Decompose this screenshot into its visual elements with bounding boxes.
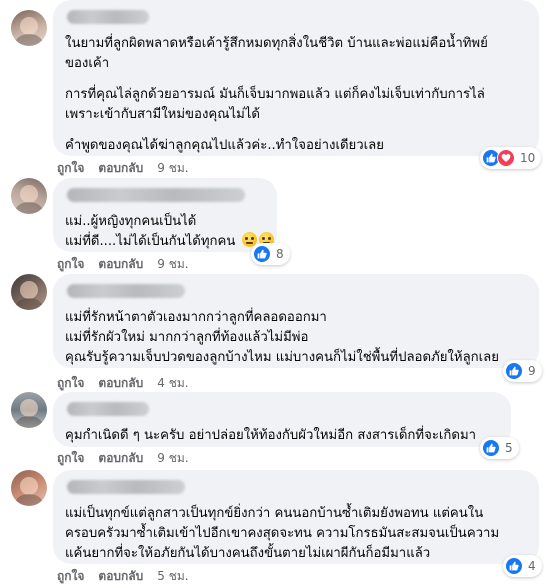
comment-timestamp[interactable]: 9 ชม. [157, 449, 188, 468]
comment-bubble: คุมกำเนิดดี ๆ นะครับ อย่าปล่อยให้ท้องกับ… [53, 392, 511, 447]
reply-button[interactable]: ตอบกลับ [98, 449, 143, 468]
reaction-summary[interactable]: 8 [251, 243, 290, 265]
comment-text-line: แค้นยากที่จะให้อภัยกันได้บางคนถึงขั้นตาย… [65, 546, 431, 561]
comment-timestamp[interactable]: 9 ชม. [157, 255, 188, 274]
comment-bubble: แม่เป็นทุกข์แต่ลูกสาวเป็นทุกข์ยิ่งกว่า ค… [53, 470, 539, 564]
comment-text-line: แม่ที่รักหน้าตาตัวเองมากกว่าลูกที่คลอดออ… [65, 310, 327, 325]
avatar[interactable] [11, 10, 47, 46]
comment-text-line: การที่คุณไล่ลูกด้วยอารมณ์ มันก็เจ็บมากพอ… [65, 87, 485, 102]
comment-text-line: แม่..ผู้หญิงทุกคนเป็นได้ [65, 214, 197, 229]
comment-text-line: แม่เป็นทุกข์แต่ลูกสาวเป็นทุกข์ยิ่งกว่า ค… [65, 506, 484, 521]
avatar[interactable] [11, 392, 47, 428]
comment-actions: ถูกใจ ตอบกลับ 5 ชม. [57, 567, 189, 586]
reaction-summary[interactable]: 4 [503, 555, 542, 577]
comment-text-line: คุณรับรู้ความเจ็บปวดของลูกบ้างไหม แม่บาง… [65, 350, 499, 365]
reaction-count: 9 [528, 364, 536, 378]
like-icon [253, 245, 271, 263]
comment-text-line: ของเค้า [65, 56, 110, 71]
comment-text-line: เพราะเข้ากับสามีใหม่ของคุณไม่ได้ [65, 107, 260, 122]
avatar[interactable] [11, 470, 47, 506]
comment-timestamp[interactable]: 9 ชม. [157, 159, 188, 178]
author-name-blurred[interactable] [67, 284, 185, 298]
like-button[interactable]: ถูกใจ [57, 449, 84, 468]
avatar[interactable] [11, 178, 47, 214]
author-name-blurred[interactable] [67, 480, 185, 494]
comment-bubble: แม่..ผู้หญิงทุกคนเป็นได้ แม่ที่ดี....ไม่… [53, 178, 277, 252]
comment-text: แม่ที่ดี....ไม่ได้เป็นกันได้ทุกคน [65, 234, 236, 249]
author-name-blurred[interactable] [67, 10, 149, 24]
comment-actions: ถูกใจ ตอบกลับ 9 ชม. [57, 159, 189, 178]
reaction-summary[interactable]: 9 [503, 360, 542, 382]
like-icon [482, 439, 500, 457]
comment-actions: ถูกใจ ตอบกลับ 4 ชม. [57, 374, 189, 393]
reaction-count: 10 [520, 151, 536, 165]
comment-text-line: คุมกำเนิดดี ๆ นะครับ อย่าปล่อยให้ท้องกับ… [65, 428, 477, 443]
like-icon [505, 362, 523, 380]
like-button[interactable]: ถูกใจ [57, 567, 84, 586]
comment-actions: ถูกใจ ตอบกลับ 9 ชม. [57, 449, 189, 468]
reaction-count: 4 [528, 559, 536, 573]
reaction-summary[interactable]: 10 [480, 147, 542, 169]
like-icon [505, 557, 523, 575]
comment-text-line: ครอบครัวมาซ้ำเติมเข้าไปอีกเขาคงสุดจะทน ค… [65, 526, 500, 541]
comment-text-line: คำพูดของคุณได้ฆ่าลูกคุณไปแล้วค่ะ..ทำใจอย… [65, 138, 384, 153]
reply-button[interactable]: ตอบกลับ [98, 374, 143, 393]
avatar[interactable] [11, 274, 47, 310]
reaction-count: 8 [276, 247, 284, 261]
like-button[interactable]: ถูกใจ [57, 255, 84, 274]
author-name-blurred[interactable] [67, 188, 245, 202]
like-button[interactable]: ถูกใจ [57, 374, 84, 393]
comment-text-line: แม่ที่รักผัวใหม่ มากกว่าลูกที่ท้องแล้วไม… [65, 330, 309, 345]
reaction-summary[interactable]: 5 [480, 437, 519, 459]
comment-actions: ถูกใจ ตอบกลับ 9 ชม. [57, 255, 189, 274]
comment-text-line: แม่ที่ดี....ไม่ได้เป็นกันได้ทุกคน [65, 232, 274, 252]
reply-button[interactable]: ตอบกลับ [98, 255, 143, 274]
love-icon [497, 149, 515, 167]
like-button[interactable]: ถูกใจ [57, 159, 84, 178]
comment-text-line: ในยามที่ลูกผิดพลาดหรือเค้ารู้สึกหมดทุกสิ… [65, 36, 488, 51]
comment-timestamp[interactable]: 4 ชม. [157, 374, 188, 393]
comment-bubble: แม่ที่รักหน้าตาตัวเองมากกว่าลูกที่คลอดออ… [53, 274, 539, 368]
comment-bubble: ในยามที่ลูกผิดพลาดหรือเค้ารู้สึกหมดทุกสิ… [53, 0, 539, 156]
reply-button[interactable]: ตอบกลับ [98, 567, 143, 586]
comment-timestamp[interactable]: 5 ชม. [157, 567, 188, 586]
author-name-blurred[interactable] [67, 402, 149, 416]
reaction-count: 5 [505, 441, 513, 455]
reply-button[interactable]: ตอบกลับ [98, 159, 143, 178]
